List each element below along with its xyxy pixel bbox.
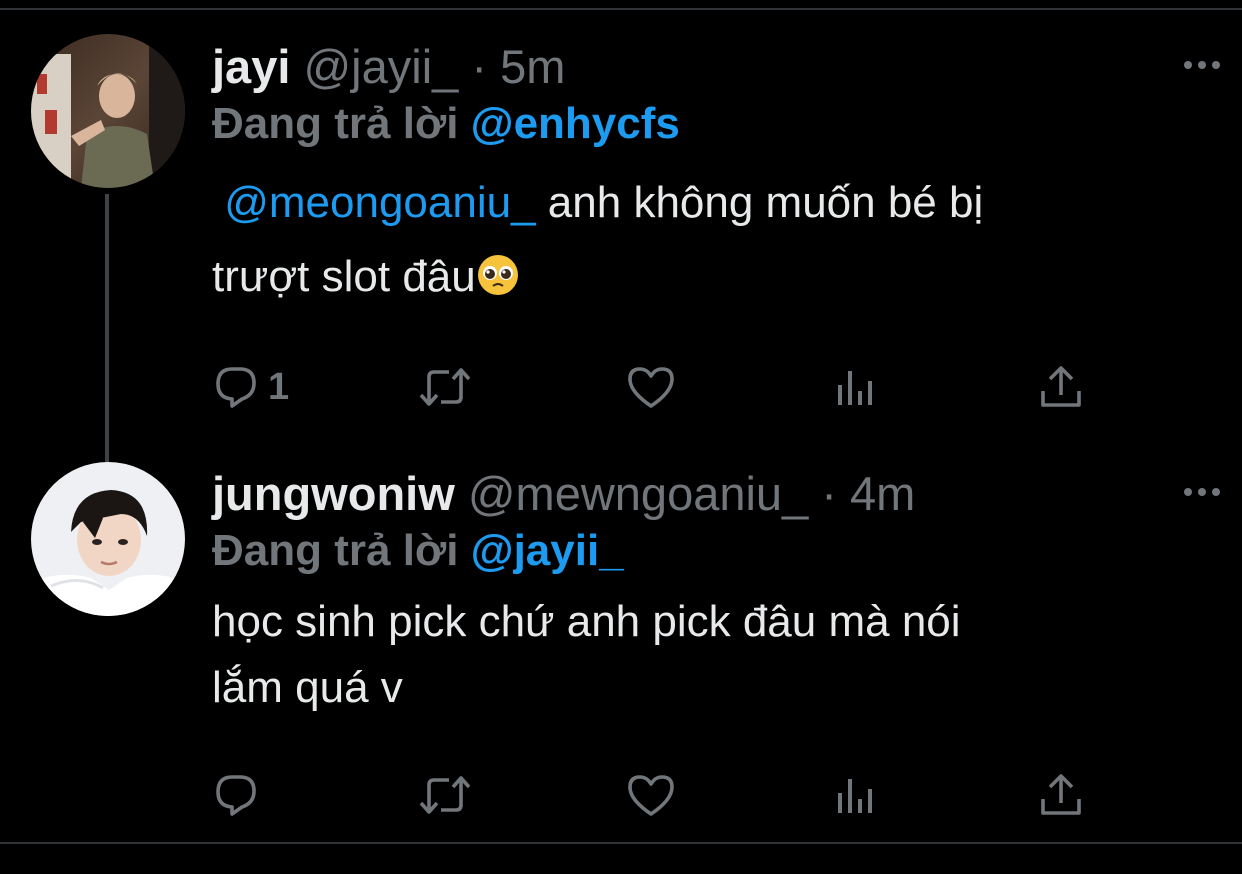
avatar-photo-jayi xyxy=(31,34,185,188)
replying-to-label: Đang trả lời xyxy=(212,526,459,575)
pleading-face-emoji xyxy=(476,246,520,320)
like-icon xyxy=(628,367,674,408)
reply-button[interactable] xyxy=(212,770,268,820)
more-options-button[interactable] xyxy=(1180,50,1224,80)
tweet-header: jungwoniw @mewngoaniu_ · 4m xyxy=(212,467,1212,521)
share-button[interactable] xyxy=(1038,362,1084,412)
analytics-icon xyxy=(838,371,872,405)
display-name[interactable]: jayi xyxy=(212,40,290,93)
tweet-1-actions: 1 xyxy=(212,362,1112,412)
top-divider xyxy=(0,8,1242,10)
analytics-button[interactable] xyxy=(834,770,878,820)
text-mention[interactable]: @meongoaniu_ xyxy=(224,178,535,227)
share-icon xyxy=(1041,774,1081,815)
reply-icon xyxy=(216,775,256,816)
display-name[interactable]: jungwoniw xyxy=(212,467,455,520)
like-button[interactable] xyxy=(626,362,676,412)
avatar-jayi[interactable] xyxy=(31,34,185,188)
separator-dot: · xyxy=(471,40,488,93)
user-handle[interactable]: @mewngoaniu_ xyxy=(468,467,808,520)
tweet-1[interactable]: jayi @jayii_ · 5m Đang trả lời @enhycfs … xyxy=(212,40,1220,320)
replying-to-mention[interactable]: @jayii_ xyxy=(471,526,624,575)
reply-button[interactable]: 1 xyxy=(212,362,289,412)
analytics-button[interactable] xyxy=(834,362,878,412)
retweet-icon xyxy=(419,776,471,814)
analytics-icon xyxy=(838,779,872,813)
tweet-text-line-2: lắm quá v xyxy=(212,663,403,712)
reply-count: 1 xyxy=(268,365,290,408)
reply-icon xyxy=(216,367,256,408)
share-icon xyxy=(1041,366,1081,407)
text-line-2: trượt slot đâu xyxy=(212,252,476,301)
avatar-photo-jungwoniw xyxy=(31,462,185,616)
replying-to-label: Đang trả lời xyxy=(212,99,459,148)
tweet-2-actions xyxy=(212,770,1112,820)
replying-to-line: Đang trả lời @jayii_ xyxy=(212,521,1212,581)
retweet-button[interactable] xyxy=(417,362,473,412)
text-line-1-rest: anh không muốn bé bị xyxy=(535,178,984,227)
retweet-button[interactable] xyxy=(417,770,473,820)
like-button[interactable] xyxy=(626,770,676,820)
tweet-text-line-1: @meongoaniu_ anh không muốn bé bị xyxy=(212,166,1212,240)
like-icon xyxy=(628,775,674,816)
timestamp[interactable]: 5m xyxy=(500,40,565,93)
tweet-text: học sinh pick chứ anh pick đâu mà nói lắ… xyxy=(212,589,1212,721)
more-icon xyxy=(1184,488,1220,496)
more-icon xyxy=(1184,61,1220,69)
more-options-button[interactable] xyxy=(1180,477,1224,507)
user-handle[interactable]: @jayii_ xyxy=(303,40,458,93)
bottom-divider xyxy=(0,842,1242,844)
replying-to-line: Đang trả lời @enhycfs xyxy=(212,94,1212,154)
separator-dot: · xyxy=(821,467,837,520)
tweet-text-line-1: học sinh pick chứ anh pick đâu mà nói xyxy=(212,597,961,646)
timestamp[interactable]: 4m xyxy=(850,467,915,520)
tweet-2[interactable]: jungwoniw @mewngoaniu_ · 4m Đang trả lời… xyxy=(212,467,1220,721)
avatar-jungwoniw[interactable] xyxy=(31,462,185,616)
tweet-header: jayi @jayii_ · 5m xyxy=(212,40,1212,94)
retweet-icon xyxy=(419,368,471,406)
thread-connector-line xyxy=(105,194,109,462)
share-button[interactable] xyxy=(1038,770,1084,820)
tweet-text-line-2: trượt slot đâu xyxy=(212,240,1212,320)
replying-to-mention[interactable]: @enhycfs xyxy=(471,99,680,148)
tweet-text: @meongoaniu_ anh không muốn bé bị trượt … xyxy=(212,166,1212,320)
tweet-thread: jayi @jayii_ · 5m Đang trả lời @enhycfs … xyxy=(0,0,1242,874)
